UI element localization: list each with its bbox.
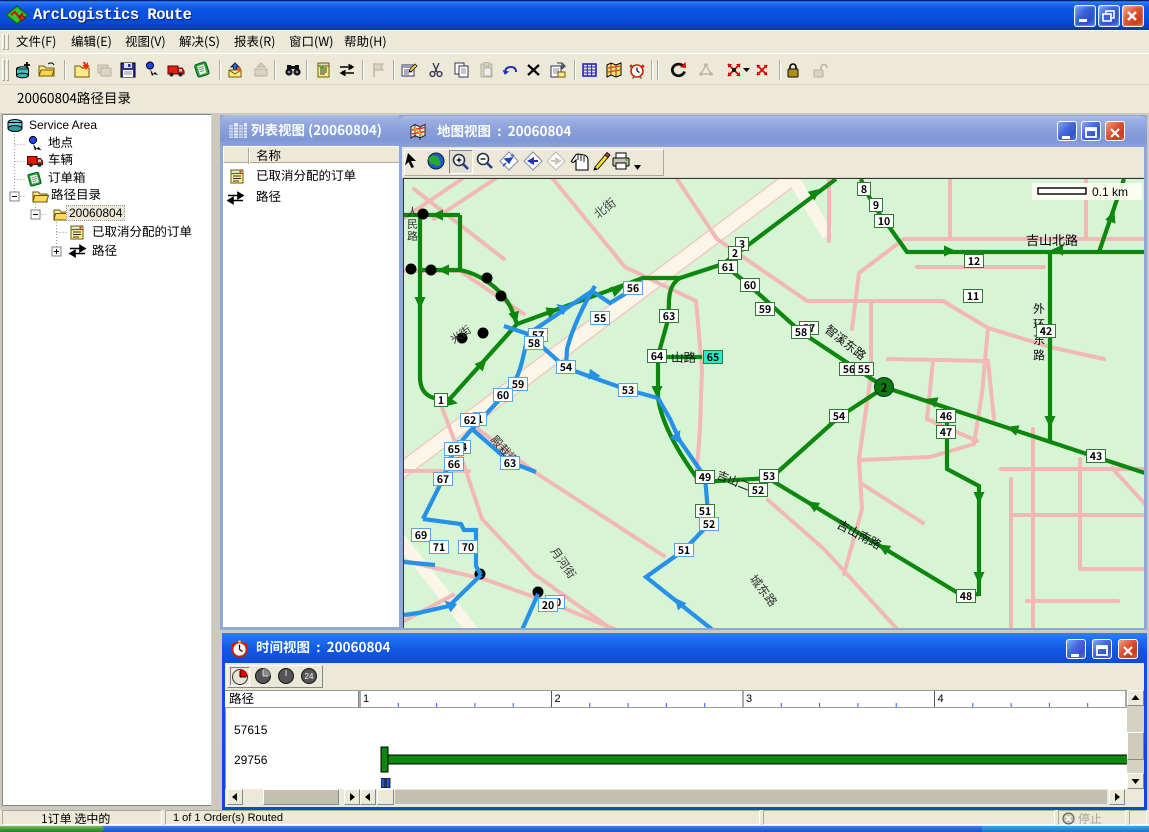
svg-text:1: 1 xyxy=(363,693,369,705)
svg-text:24: 24 xyxy=(305,672,314,681)
svg-text:3: 3 xyxy=(746,693,752,705)
svg-text:2: 2 xyxy=(555,693,561,705)
svg-text:4: 4 xyxy=(938,693,944,705)
svg-text:0.1 km: 0.1 km xyxy=(1092,185,1128,199)
